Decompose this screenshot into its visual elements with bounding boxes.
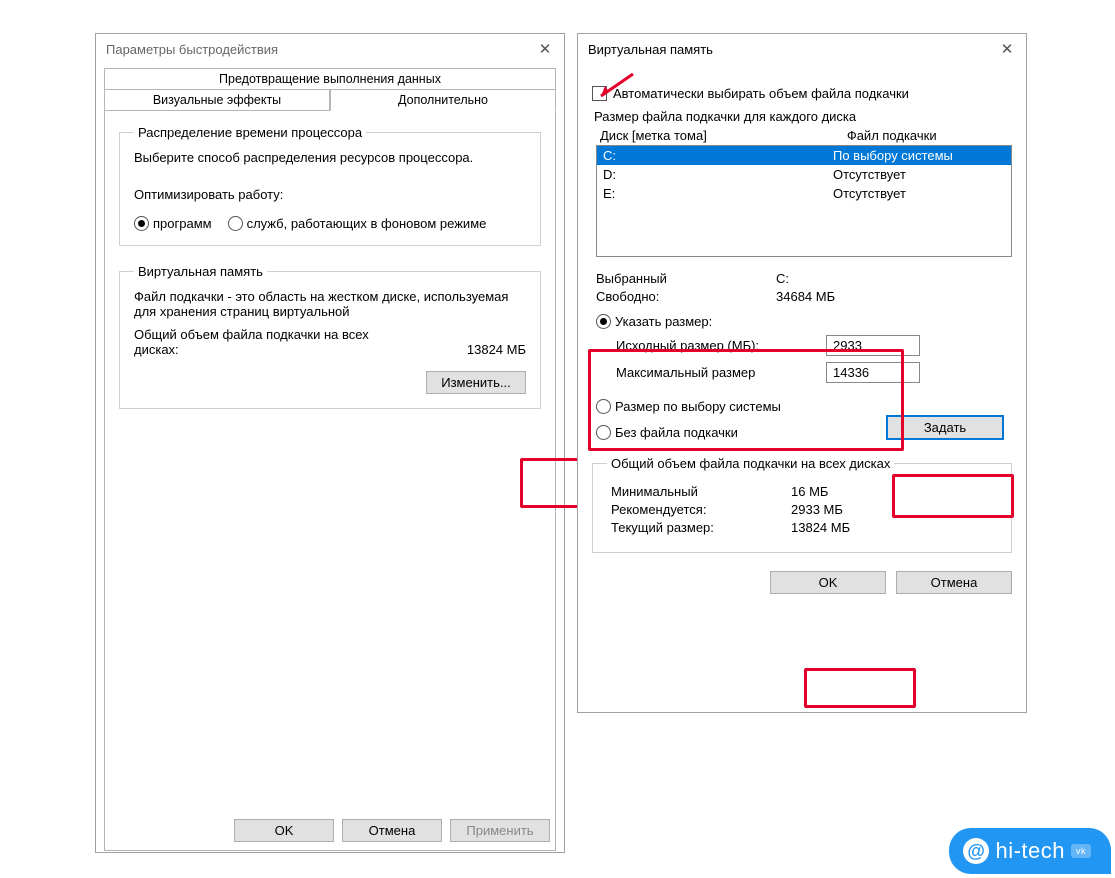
cur-value: 13824 МБ bbox=[791, 520, 850, 535]
radio-icon bbox=[596, 399, 611, 414]
annotation-arrow-icon bbox=[595, 72, 635, 102]
window-title: Виртуальная память bbox=[588, 42, 713, 57]
dialog-buttons: OK Отмена Применить bbox=[234, 819, 550, 842]
at-icon: @ bbox=[963, 838, 989, 864]
cpu-scheduling-group: Распределение времени процессора Выберит… bbox=[119, 125, 541, 246]
vm-body: Автоматически выбирать объем файла подка… bbox=[578, 64, 1026, 604]
drive-name: C: bbox=[603, 146, 833, 165]
close-icon[interactable]: ✕ bbox=[994, 40, 1020, 58]
set-button[interactable]: Задать bbox=[886, 415, 1004, 440]
rec-label: Рекомендуется: bbox=[611, 502, 791, 517]
col-drive: Диск [метка тома] bbox=[600, 128, 707, 143]
radio-icon bbox=[228, 216, 243, 231]
drive-list[interactable]: C: По выбору системы D: Отсутствует E: О… bbox=[596, 145, 1012, 257]
radio-custom-size[interactable]: Указать размер: bbox=[596, 314, 712, 329]
radio-system-managed[interactable]: Размер по выбору системы bbox=[596, 399, 781, 414]
selected-drive-label: Выбранный bbox=[596, 271, 776, 286]
watermark-badge: @ hi-tech vk bbox=[949, 828, 1111, 874]
group-legend: Общий объем файла подкачки на всех диска… bbox=[607, 456, 894, 471]
window-title: Параметры быстродействия bbox=[106, 42, 278, 57]
radio-label: программ bbox=[153, 216, 212, 231]
drive-list-header: Диск [метка тома] Файл подкачки bbox=[600, 128, 1012, 143]
auto-manage-label: Автоматически выбирать объем файла подка… bbox=[613, 86, 909, 101]
drive-status: Отсутствует bbox=[833, 184, 906, 203]
virtual-memory-group: Виртуальная память Файл подкачки - это о… bbox=[119, 264, 541, 409]
col-pagefile: Файл подкачки bbox=[847, 128, 937, 143]
free-space-label: Свободно: bbox=[596, 289, 776, 304]
free-space-value: 34684 МБ bbox=[776, 289, 835, 304]
close-icon[interactable]: ✕ bbox=[532, 40, 558, 58]
watermark-text: hi-tech bbox=[995, 838, 1065, 864]
virtual-memory-window: Виртуальная память ✕ Автоматически выбир… bbox=[577, 33, 1027, 713]
drive-name: D: bbox=[603, 165, 833, 184]
min-label: Минимальный bbox=[611, 484, 791, 499]
drive-row[interactable]: D: Отсутствует bbox=[597, 165, 1011, 184]
drive-row[interactable]: E: Отсутствует bbox=[597, 184, 1011, 203]
radio-label: Размер по выбору системы bbox=[615, 399, 781, 414]
cancel-button[interactable]: Отмена bbox=[342, 819, 442, 842]
tab-panel: Распределение времени процессора Выберит… bbox=[104, 111, 556, 851]
radio-icon bbox=[596, 425, 611, 440]
radio-label: служб, работающих в фоновом режиме bbox=[247, 216, 487, 231]
radio-label: Без файла подкачки bbox=[615, 425, 738, 440]
vm-total-value: 13824 МБ bbox=[467, 342, 526, 357]
radio-icon bbox=[596, 314, 611, 329]
cur-label: Текущий размер: bbox=[611, 520, 791, 535]
cpu-desc: Выберите способ распределения ресурсов п… bbox=[134, 150, 526, 165]
drive-status: По выбору системы bbox=[833, 146, 953, 165]
titlebar: Виртуальная память ✕ bbox=[578, 34, 1026, 64]
initial-size-label: Исходный размер (МБ): bbox=[596, 338, 826, 353]
drive-status: Отсутствует bbox=[833, 165, 906, 184]
ok-button[interactable]: OK bbox=[234, 819, 334, 842]
tabs: Предотвращение выполнения данных Визуаль… bbox=[104, 68, 556, 111]
group-legend: Виртуальная память bbox=[134, 264, 267, 279]
vk-icon: vk bbox=[1071, 844, 1091, 858]
min-value: 16 МБ bbox=[791, 484, 828, 499]
optimize-label: Оптимизировать работу: bbox=[134, 187, 526, 202]
cancel-button[interactable]: Отмена bbox=[896, 571, 1012, 594]
apply-button[interactable]: Применить bbox=[450, 819, 550, 842]
totals-group: Общий объем файла подкачки на всех диска… bbox=[592, 456, 1012, 553]
initial-size-input[interactable] bbox=[826, 335, 920, 356]
radio-programs[interactable]: программ bbox=[134, 216, 212, 231]
selected-drive-value: C: bbox=[776, 271, 789, 286]
per-drive-label: Размер файла подкачки для каждого диска bbox=[594, 109, 1012, 124]
rec-value: 2933 МБ bbox=[791, 502, 843, 517]
custom-size-area: Указать размер: Исходный размер (МБ): Ма… bbox=[592, 307, 1012, 397]
titlebar: Параметры быстродействия ✕ bbox=[96, 34, 564, 64]
max-size-label: Максимальный размер bbox=[596, 365, 826, 380]
max-size-input[interactable] bbox=[826, 362, 920, 383]
performance-options-window: Параметры быстродействия ✕ Предотвращени… bbox=[95, 33, 565, 853]
change-button[interactable]: Изменить... bbox=[426, 371, 526, 394]
tab-advanced[interactable]: Дополнительно bbox=[330, 90, 556, 111]
vm-total-label: Общий объем файла подкачки на всех диска… bbox=[134, 327, 394, 357]
drive-row[interactable]: C: По выбору системы bbox=[597, 146, 1011, 165]
vm-desc: Файл подкачки - это область на жестком д… bbox=[134, 289, 526, 319]
group-legend: Распределение времени процессора bbox=[134, 125, 366, 140]
ok-button[interactable]: OK bbox=[770, 571, 886, 594]
tab-dep[interactable]: Предотвращение выполнения данных bbox=[104, 68, 556, 90]
tab-visual-effects[interactable]: Визуальные эффекты bbox=[104, 90, 330, 111]
auto-manage-checkbox-row[interactable]: Автоматически выбирать объем файла подка… bbox=[592, 86, 1012, 101]
radio-background-services[interactable]: служб, работающих в фоновом режиме bbox=[228, 216, 487, 231]
radio-label: Указать размер: bbox=[615, 314, 712, 329]
radio-icon bbox=[134, 216, 149, 231]
radio-no-paging-file[interactable]: Без файла подкачки bbox=[596, 425, 738, 440]
drive-name: E: bbox=[603, 184, 833, 203]
